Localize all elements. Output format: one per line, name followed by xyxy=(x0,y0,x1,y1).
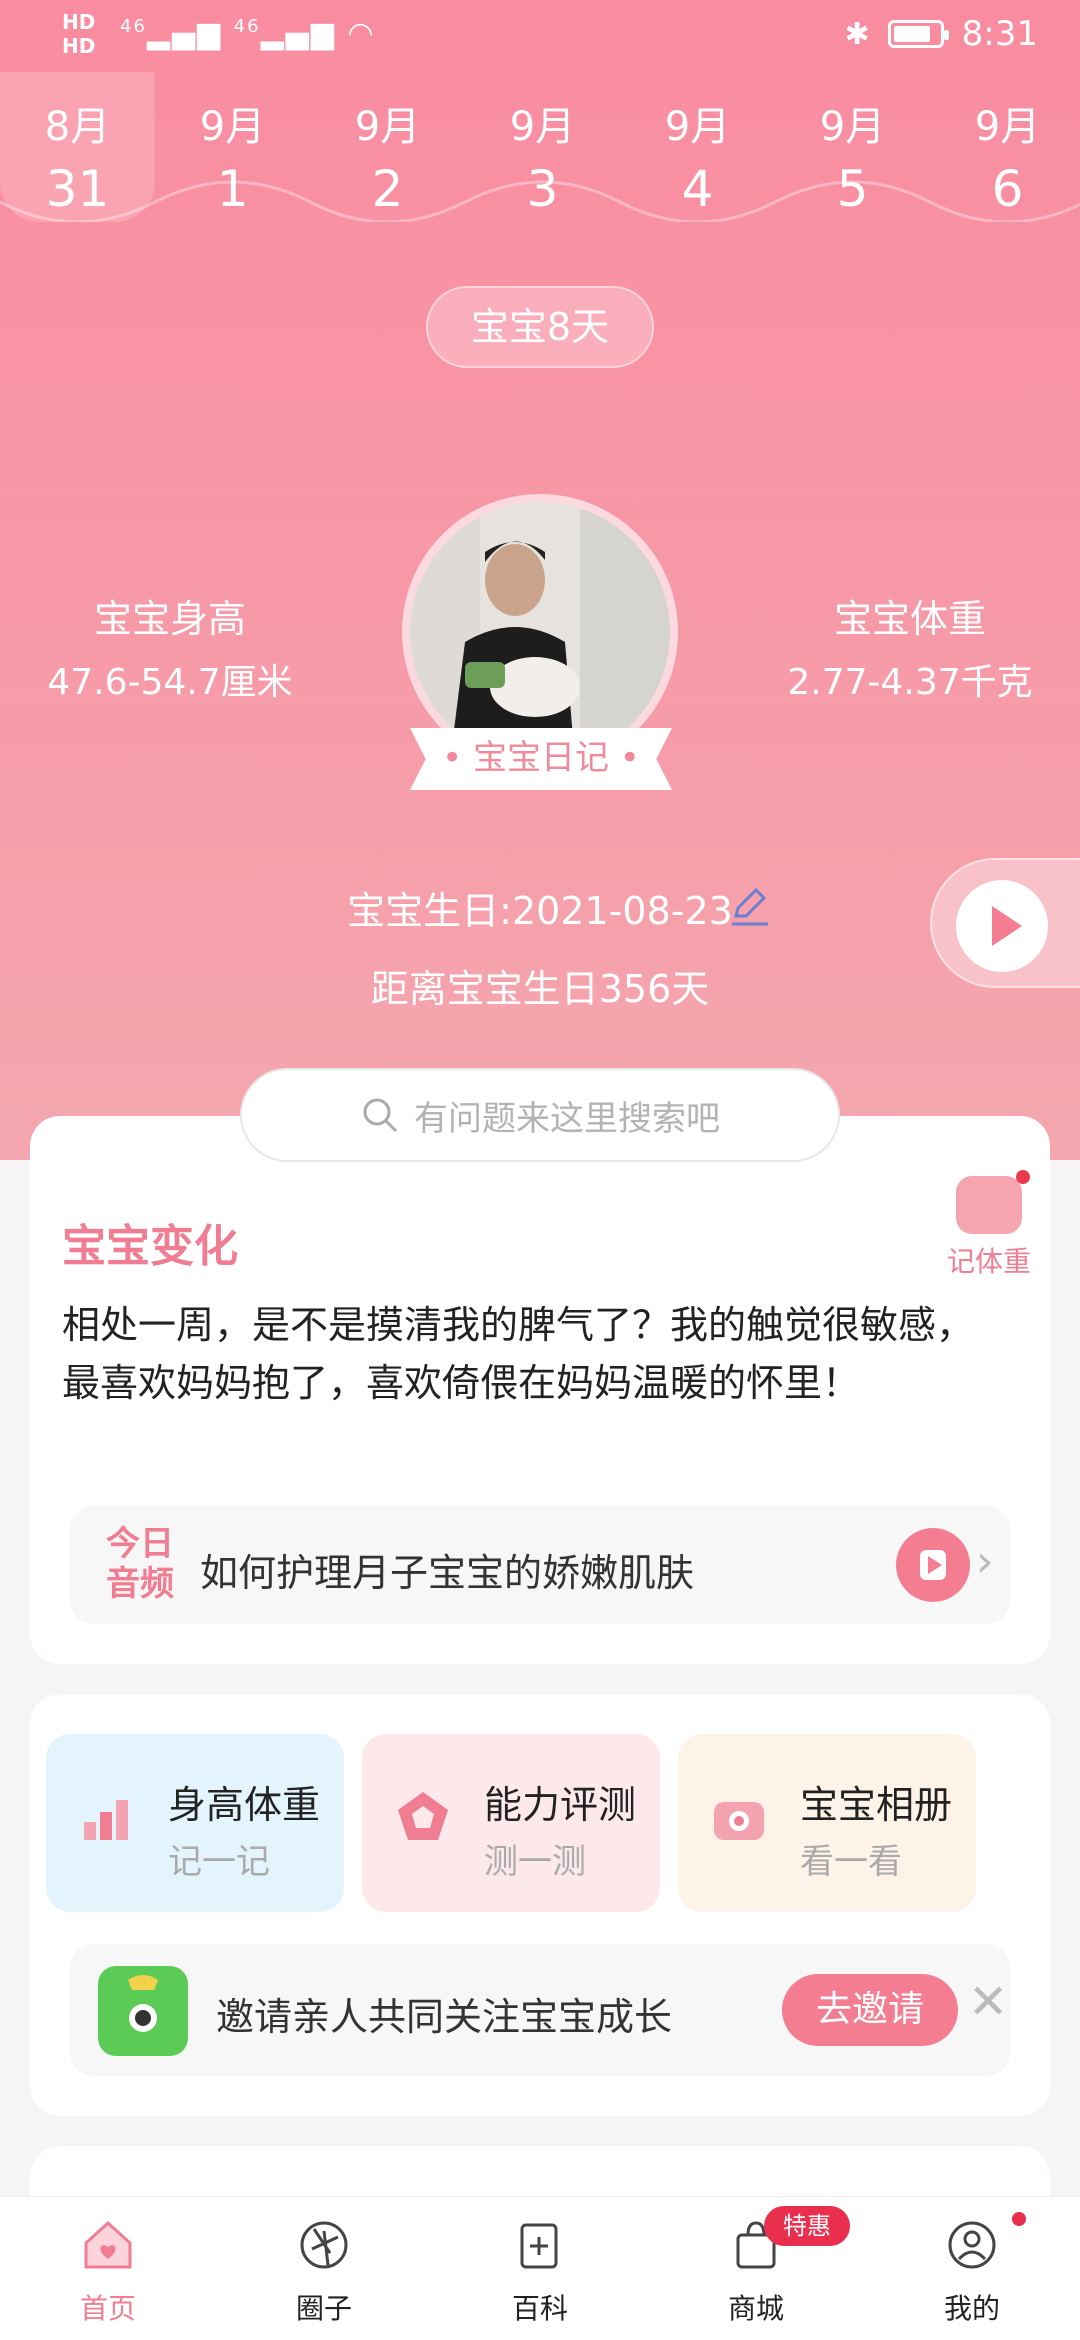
chevron-right-icon: › xyxy=(976,1536,994,1587)
weight-stat: 宝宝体重 2.77-4.37千克 xyxy=(770,588,1050,705)
baby-change-card: 宝宝变化 记体重 相处一周，是不是摸清我的脾气了？我的触觉很敏感，最喜欢妈妈抱了… xyxy=(30,1116,1050,1664)
weight-value: 2.77-4.37千克 xyxy=(787,662,1033,703)
tools-card: 身高体重 记一记 能力评测 测一测 宝宝相册 看一看 邀请亲人共同关注宝宝成长 … xyxy=(30,1694,1050,2116)
play-triangle xyxy=(920,1550,946,1580)
birthday-text: 宝宝生日:2021-08-23 xyxy=(347,889,733,933)
hd-badges: HD HD xyxy=(62,10,95,58)
search-icon xyxy=(363,1098,398,1133)
height-stat: 宝宝身高 47.6-54.7厘米 xyxy=(30,588,310,705)
daily-audio[interactable]: 今日音频 如何护理月子宝宝的娇嫩肌肤 › xyxy=(70,1506,1010,1624)
height-value: 47.6-54.7厘米 xyxy=(47,662,293,703)
home-heart-icon xyxy=(84,2220,132,2269)
tool-title: 宝宝相册 xyxy=(800,1783,953,1827)
tab-circle[interactable]: 圈子 xyxy=(249,2215,399,2327)
camera-icon xyxy=(714,1802,764,1840)
network-type: 46 xyxy=(120,16,147,37)
audio-title: 如何护理月子宝宝的娇嫩肌肤 xyxy=(200,1551,695,1595)
hd-badge: HD xyxy=(62,34,96,58)
invite-text: 邀请亲人共同关注宝宝成长 xyxy=(216,1995,673,2039)
hero-header: HD HD 46▂▄▆ 46▂▄▆ ◠ ✱ 8:31 8月 31 9月 1 9月 2 … xyxy=(0,0,1080,1160)
tab-me[interactable]: 我的 xyxy=(897,2215,1047,2327)
tool-subtitle: 测一测 xyxy=(484,1842,586,1882)
baby-diary-ribbon[interactable]: • 宝宝日记 • xyxy=(410,728,672,790)
daily-audio-tag: 今日音频 xyxy=(106,1524,174,1604)
notification-dot xyxy=(1012,2212,1026,2226)
notification-dot xyxy=(1016,1170,1030,1184)
date-month: 9月 xyxy=(509,104,576,150)
date-month: 9月 xyxy=(974,104,1041,150)
baby-age-pill: 宝宝8天 xyxy=(426,286,654,368)
invite-mascot-icon xyxy=(98,1966,188,2056)
tab-label: 商城 xyxy=(727,2292,784,2325)
scallop-divider xyxy=(0,180,1080,222)
invite-button[interactable]: 去邀请 xyxy=(782,1974,958,2046)
floating-play-button[interactable] xyxy=(930,858,1080,988)
record-weight-label: 记体重 xyxy=(946,1245,1031,1278)
tab-encyclopedia[interactable]: 百科 xyxy=(465,2215,615,2327)
bar-chart-icon xyxy=(84,1800,128,1840)
bluetooth-icon: ✱ xyxy=(844,16,870,52)
card-title: 宝宝变化 xyxy=(62,1221,238,1272)
weight-title: 宝宝体重 xyxy=(833,597,986,641)
scale-icon xyxy=(956,1170,1030,1234)
record-weight-button[interactable]: 记体重 xyxy=(944,1170,1034,1280)
change-description: 相处一周，是不是摸清我的脾气了？我的触觉很敏感，最喜欢妈妈抱了，喜欢倚偎在妈妈温… xyxy=(62,1303,975,1405)
tool-ability-test[interactable]: 能力评测 测一测 xyxy=(362,1734,660,1912)
network-type: 46 xyxy=(233,16,261,37)
battery-icon xyxy=(887,20,949,48)
invite-banner: 邀请亲人共同关注宝宝成长 去邀请 ✕ xyxy=(70,1944,1010,2076)
clock: 8:31 xyxy=(961,14,1038,54)
tab-label: 我的 xyxy=(943,2292,1000,2325)
tool-title: 身高体重 xyxy=(168,1783,321,1827)
date-month: 9月 xyxy=(819,104,886,150)
tool-subtitle: 看一看 xyxy=(800,1842,902,1882)
sale-badge: 特惠 xyxy=(764,2206,850,2246)
status-right: ✱ 8:31 xyxy=(845,14,1039,54)
date-month: 9月 xyxy=(664,104,731,150)
search-bar[interactable]: 有问题来这里搜索吧 xyxy=(240,1068,840,1162)
play-icon xyxy=(956,880,1048,972)
height-title: 宝宝身高 xyxy=(93,597,246,641)
close-icon[interactable]: ✕ xyxy=(968,1974,1008,2030)
mascot-graphic xyxy=(128,1975,158,2032)
diary-label: 宝宝日记 xyxy=(473,738,609,778)
hd-badge: HD xyxy=(62,10,96,34)
signal-icon: 46▂▄▆ 46▂▄▆ ◠ xyxy=(120,16,376,51)
date-month: 9月 xyxy=(199,104,266,150)
tab-label: 首页 xyxy=(79,2292,136,2325)
status-bar: HD HD 46▂▄▆ 46▂▄▆ ◠ ✱ 8:31 xyxy=(0,0,1080,72)
tool-height-weight[interactable]: 身高体重 记一记 xyxy=(46,1734,344,1912)
birthday-countdown: 距离宝宝生日356天 xyxy=(370,967,710,1011)
date-month: 8月 xyxy=(44,104,111,150)
date-month: 9月 xyxy=(354,104,421,150)
play-triangle xyxy=(992,906,1022,946)
tool-baby-album[interactable]: 宝宝相册 看一看 xyxy=(678,1734,976,1912)
user-icon xyxy=(948,2221,996,2269)
book-plus-icon xyxy=(520,2223,558,2269)
edit-icon[interactable] xyxy=(728,884,772,928)
search-placeholder: 有问题来这里搜索吧 xyxy=(414,1098,720,1139)
bottom-tab-bar: 首页 圈子 百科 商城 我的 xyxy=(0,2196,1080,2340)
audio-play-icon[interactable] xyxy=(896,1528,970,1602)
tab-label: 百科 xyxy=(511,2292,568,2325)
aperture-icon xyxy=(300,2221,348,2269)
tool-subtitle: 记一记 xyxy=(168,1842,270,1882)
avatar-photo xyxy=(410,502,670,762)
tab-home[interactable]: 首页 xyxy=(33,2215,183,2327)
pentagon-icon xyxy=(398,1792,448,1840)
tab-label: 圈子 xyxy=(295,2292,352,2325)
date-strip: 8月 31 9月 1 9月 2 9月 3 9月 4 9月 5 9月 6 xyxy=(0,72,1080,232)
tool-title: 能力评测 xyxy=(484,1783,637,1827)
